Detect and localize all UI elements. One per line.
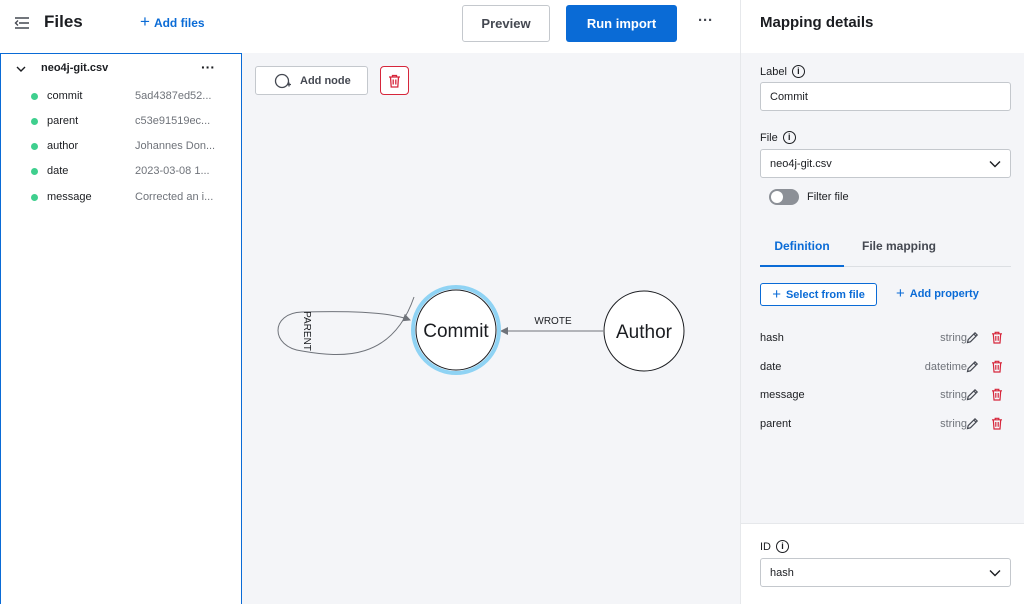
property-row: hash string	[760, 329, 1006, 349]
pencil-icon[interactable]	[966, 360, 979, 373]
trash-icon[interactable]	[991, 388, 1003, 401]
file-name: neo4j-git.csv	[41, 62, 109, 74]
property-name: hash	[760, 332, 784, 344]
property-type: string	[940, 332, 967, 344]
toggle-knob	[771, 191, 783, 203]
select-from-file-label: Select from file	[785, 288, 865, 301]
filter-file-toggle-row: Filter file	[769, 189, 849, 205]
id-select[interactable]: hash	[760, 558, 1011, 587]
select-from-file-button[interactable]: + Select from file	[760, 283, 877, 306]
column-status-dot	[31, 143, 38, 150]
column-name: message	[47, 191, 92, 203]
pencil-icon[interactable]	[966, 417, 979, 430]
graph-canvas[interactable]: Preview Run import ··· Add node PARENT W…	[242, 0, 740, 604]
column-name: author	[47, 140, 79, 152]
sidebar-header: Files + Add files	[0, 0, 242, 46]
trash-icon[interactable]	[991, 331, 1003, 344]
column-item[interactable]: parent c53e91519ec...	[1, 112, 241, 132]
column-sample-value: 5ad4387ed52...	[135, 90, 212, 102]
property-name: date	[760, 361, 782, 373]
more-options-icon[interactable]: ···	[698, 12, 713, 29]
column-name: commit	[47, 90, 83, 102]
file-more-icon[interactable]: ···	[201, 59, 215, 75]
sidebar-title: Files	[44, 12, 83, 31]
plus-icon: +	[896, 285, 905, 302]
add-property-button[interactable]: + Add property	[896, 285, 979, 302]
column-status-dot	[31, 93, 38, 100]
filter-file-label: Filter file	[807, 191, 849, 203]
pencil-icon[interactable]	[966, 331, 979, 344]
tab-definition[interactable]: Definition	[760, 239, 844, 267]
mapping-details-panel: Mapping details Label i Commit File i ne…	[740, 0, 1024, 604]
tab-file-mapping[interactable]: File mapping	[862, 239, 936, 253]
add-files-label: Add files	[153, 16, 205, 30]
column-item[interactable]: message Corrected an i...	[1, 188, 241, 208]
column-sample-value: c53e91519ec...	[135, 115, 211, 127]
id-section: ID i hash	[741, 523, 1024, 604]
relationship-parent[interactable]	[277, 296, 415, 355]
plus-icon: +	[772, 285, 781, 303]
column-status-dot	[31, 194, 38, 201]
node-label-author: Author	[616, 322, 673, 343]
label-field-text: Label	[760, 65, 787, 78]
property-type: datetime	[924, 361, 967, 373]
run-import-button[interactable]: Run import	[566, 5, 677, 42]
file-field-label: File i	[760, 131, 796, 144]
column-item[interactable]: author Johannes Don...	[1, 137, 241, 157]
file-item[interactable]: neo4j-git.csv ···	[1, 59, 241, 81]
property-name: message	[760, 389, 805, 401]
file-panel: neo4j-git.csv ··· commit 5ad4387ed52... …	[0, 53, 242, 604]
plus-icon: +	[140, 12, 150, 31]
mapping-form: Label i Commit File i neo4j-git.csv Filt…	[741, 53, 1024, 523]
label-input[interactable]: Commit	[760, 82, 1011, 111]
id-field-label: ID i	[760, 540, 789, 553]
filter-file-toggle[interactable]	[769, 189, 799, 205]
chevron-down-icon	[989, 160, 1001, 167]
file-field-text: File	[760, 131, 778, 144]
column-item[interactable]: commit 5ad4387ed52...	[1, 87, 241, 107]
collapse-sidebar-icon[interactable]	[14, 16, 30, 30]
column-item[interactable]: date 2023-03-08 1...	[1, 162, 241, 182]
column-status-dot	[31, 118, 38, 125]
info-icon[interactable]: i	[782, 131, 796, 144]
column-sample-value: 2023-03-08 1...	[135, 165, 210, 177]
property-type: string	[940, 418, 967, 430]
top-toolbar: Preview Run import ···	[242, 0, 740, 53]
info-icon[interactable]: i	[776, 540, 789, 553]
graph-model[interactable]: PARENT WROTE Commit Author	[242, 53, 740, 604]
mapping-tabs: Definition File mapping	[760, 229, 1011, 267]
trash-icon[interactable]	[991, 417, 1003, 430]
add-property-label: Add property	[909, 288, 979, 300]
id-select-value: hash	[770, 566, 794, 579]
property-row: message string	[760, 386, 1006, 406]
panel-title: Mapping details	[760, 14, 874, 31]
column-name: parent	[47, 115, 79, 127]
files-sidebar: Files + Add files neo4j-git.csv ··· comm…	[0, 0, 242, 604]
preview-button[interactable]: Preview	[462, 5, 550, 42]
trash-icon[interactable]	[991, 360, 1003, 373]
id-field-text: ID	[760, 540, 771, 553]
file-select-value: neo4j-git.csv	[770, 157, 832, 170]
property-type: string	[940, 389, 967, 401]
file-select[interactable]: neo4j-git.csv	[760, 149, 1011, 178]
property-row: date datetime	[760, 358, 1006, 378]
pencil-icon[interactable]	[966, 388, 979, 401]
chevron-down-icon	[989, 569, 1001, 576]
label-field-label: Label i	[760, 65, 805, 78]
add-files-button[interactable]: + Add files	[140, 12, 205, 31]
node-label-commit: Commit	[423, 321, 489, 342]
column-status-dot	[31, 168, 38, 175]
column-sample-value: Corrected an i...	[135, 191, 214, 203]
property-row: parent string	[760, 415, 1006, 435]
column-name: date	[47, 165, 69, 177]
chevron-down-icon[interactable]	[15, 64, 27, 74]
relationship-label-parent: PARENT	[301, 311, 312, 351]
relationship-label-wrote: WROTE	[534, 316, 572, 327]
column-sample-value: Johannes Don...	[135, 140, 216, 152]
info-icon[interactable]: i	[791, 65, 805, 78]
property-name: parent	[760, 418, 792, 430]
